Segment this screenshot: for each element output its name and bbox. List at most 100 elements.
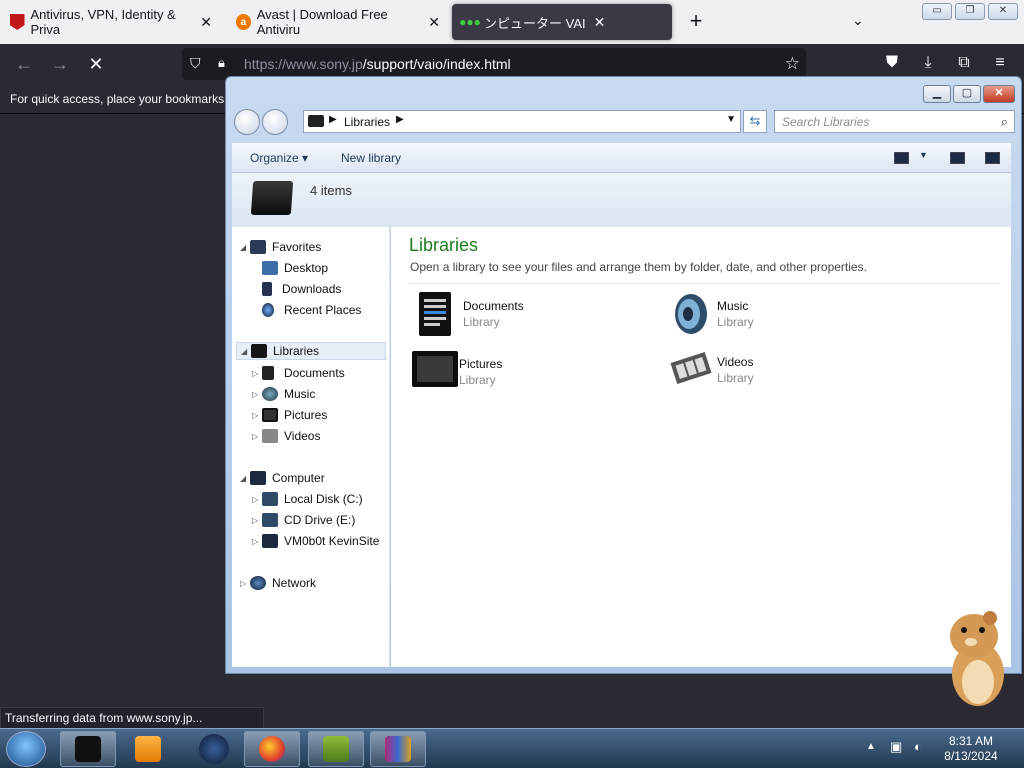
collapsed-arrow-icon[interactable]: ▷ — [240, 579, 250, 588]
pictures-icon — [262, 408, 278, 422]
tree-pictures[interactable]: ▷ Pictures — [252, 406, 327, 424]
tree-music[interactable]: ▷ Music — [252, 385, 315, 403]
chevron-down-icon[interactable]: ▼ — [919, 150, 928, 160]
new-library-button[interactable]: New library — [341, 151, 401, 165]
library-pictures[interactable]: Pictures Library — [407, 349, 647, 399]
chevron-right-icon[interactable]: ▶ — [329, 114, 337, 125]
page-subtitle: Open a library to see your files and arr… — [410, 260, 867, 274]
tab-title: ンピューター VAI — [484, 15, 586, 31]
start-button[interactable] — [6, 731, 46, 767]
menu-icon[interactable]: ≡ — [990, 54, 1010, 72]
loading-icon: ●●● — [459, 15, 481, 29]
taskbar-media-player[interactable] — [120, 731, 176, 767]
minimize-button[interactable]: ▭ — [922, 3, 952, 20]
desktop-icon — [262, 261, 278, 275]
close-icon[interactable]: ✕ — [428, 14, 440, 31]
explorer-window[interactable]: ▁ ▢ ✕ ▶ Libraries ▶ ▼ ⇆ Search Libraries… — [225, 76, 1022, 674]
address-bar[interactable]: ▶ Libraries ▶ ▼ — [303, 110, 741, 133]
collapsed-arrow-icon[interactable]: ▷ — [252, 516, 262, 525]
libraries-icon — [75, 736, 101, 762]
restore-button[interactable]: ❐ — [955, 3, 985, 20]
search-input[interactable]: Search Libraries ⌕ — [774, 110, 1015, 133]
tab-strip: Antivirus, VPN, Identity & Priva ✕ a Ava… — [0, 0, 1024, 44]
library-music[interactable]: Music Library — [665, 291, 905, 341]
tree-downloads[interactable]: Downloads — [262, 280, 341, 298]
clock[interactable]: 8:31 AM 8/13/2024 — [936, 734, 1006, 764]
url-text[interactable]: https://www.sony.jp/support/vaio/index.h… — [244, 56, 511, 72]
library-type: Library — [459, 373, 496, 387]
close-icon[interactable]: ✕ — [594, 14, 606, 31]
chevron-right-icon[interactable]: ▶ — [396, 114, 404, 125]
expanded-arrow-icon[interactable]: ◢ — [240, 474, 250, 483]
collapsed-arrow-icon[interactable]: ▷ — [252, 411, 262, 420]
tab-avast[interactable]: a Avast | Download Free Antiviru ✕ — [226, 4, 450, 40]
close-icon[interactable]: ✕ — [200, 14, 212, 31]
breadcrumb[interactable]: Libraries — [344, 115, 390, 129]
stop-loading-icon[interactable]: ✕ — [84, 52, 108, 76]
collapsed-arrow-icon[interactable]: ▷ — [252, 390, 262, 399]
taskbar-explorer[interactable] — [60, 731, 116, 767]
taskbar-firefox[interactable] — [244, 731, 300, 767]
tree-desktop[interactable]: Desktop — [262, 259, 328, 277]
library-videos[interactable]: Videos Library — [665, 347, 905, 397]
minimize-button[interactable]: ▁ — [923, 85, 951, 103]
expanded-arrow-icon[interactable]: ◢ — [240, 243, 250, 252]
box-app-icon — [323, 736, 349, 762]
show-hidden-icons-icon[interactable]: ▲ — [866, 741, 876, 752]
new-tab-button[interactable]: + — [684, 8, 708, 36]
media-player-icon — [135, 736, 161, 762]
taskbar: ▲ ▣ ◐ 8:31 AM 8/13/2024 — [0, 728, 1024, 768]
pocket-icon[interactable]: ⛊ — [882, 54, 902, 72]
tree-cd-drive[interactable]: ▷ CD Drive (E:) — [252, 511, 355, 529]
collapsed-arrow-icon[interactable]: ▷ — [252, 537, 262, 546]
bookmarks-hint: For quick access, place your bookmarks h — [10, 92, 235, 106]
tree-local-disk[interactable]: ▷ Local Disk (C:) — [252, 490, 363, 508]
videos-icon — [262, 429, 278, 443]
downloads-icon[interactable]: ⤓ — [918, 54, 938, 72]
taskbar-app-box[interactable] — [308, 731, 364, 767]
volume-icon[interactable]: ◐ — [914, 739, 922, 754]
tab-sony[interactable]: ●●● ンピューター VAI ✕ — [452, 4, 672, 40]
tree-network[interactable]: ▷ Network — [240, 574, 316, 592]
taskbar-winrar[interactable] — [370, 731, 426, 767]
list-all-tabs-icon[interactable]: ⌄ — [852, 12, 864, 29]
content-pane: Libraries Open a library to see your fil… — [391, 227, 1011, 667]
tree-documents[interactable]: ▷ Documents — [252, 364, 345, 382]
extensions-icon[interactable]: ⧉ — [954, 54, 974, 72]
back-icon[interactable]: ← — [12, 52, 36, 76]
collapsed-arrow-icon[interactable]: ▷ — [252, 432, 262, 441]
hamster-mascot[interactable] — [938, 604, 1008, 708]
network-status-icon[interactable]: ▣ — [890, 739, 902, 755]
search-icon[interactable]: ⌕ — [1001, 114, 1008, 130]
organize-button[interactable]: Organize ▾ — [250, 151, 308, 165]
shield-icon[interactable]: ⛉ — [190, 55, 201, 72]
lock-icon[interactable]: 🔒︎ — [218, 55, 225, 71]
maximize-button[interactable]: ▢ — [953, 85, 981, 103]
tree-vm-share[interactable]: ▷ VM0b0t KevinSite — [252, 532, 379, 550]
close-button[interactable]: ✕ — [983, 85, 1015, 103]
close-window-button[interactable]: ✕ — [988, 3, 1018, 20]
star-icon — [250, 240, 266, 254]
tree-libraries[interactable]: ◢ Libraries — [236, 342, 386, 360]
forward-button[interactable] — [262, 109, 288, 135]
collapsed-arrow-icon[interactable]: ▷ — [252, 495, 262, 504]
tree-favorites[interactable]: ◢ Favorites — [240, 238, 321, 256]
collapsed-arrow-icon[interactable]: ▷ — [252, 369, 262, 378]
tree-videos[interactable]: ▷ Videos — [252, 427, 320, 445]
preview-pane-icon[interactable] — [950, 152, 965, 164]
expanded-arrow-icon[interactable]: ◢ — [241, 347, 251, 356]
back-button[interactable] — [234, 109, 260, 135]
bookmark-star-icon[interactable]: ☆ — [785, 54, 800, 74]
library-name: Pictures — [459, 357, 503, 371]
tab-mcafee[interactable]: Antivirus, VPN, Identity & Priva ✕ — [0, 4, 222, 40]
help-icon[interactable] — [985, 152, 1000, 164]
refresh-button[interactable]: ⇆ — [743, 110, 767, 133]
library-documents[interactable]: Documents Library — [411, 291, 651, 341]
taskbar-globe[interactable] — [186, 731, 242, 767]
libraries-large-icon — [250, 181, 294, 215]
tree-recent-places[interactable]: Recent Places — [262, 301, 361, 319]
chevron-down-icon[interactable]: ▼ — [726, 114, 736, 125]
change-view-icon[interactable] — [894, 152, 909, 164]
forward-icon[interactable]: → — [48, 52, 72, 76]
tree-computer[interactable]: ◢ Computer — [240, 469, 325, 487]
